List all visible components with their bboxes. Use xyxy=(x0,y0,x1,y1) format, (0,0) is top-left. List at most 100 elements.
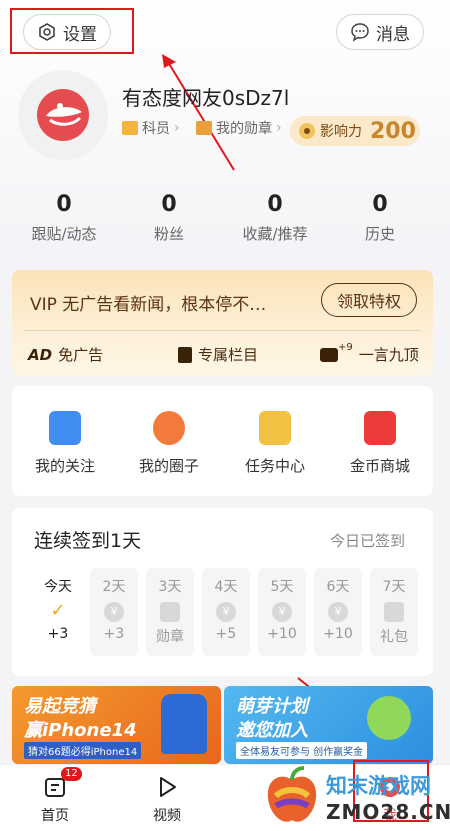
site-watermark: 知末游戏网 ZMO28.CN xyxy=(262,760,450,830)
day-label: 4天 xyxy=(214,579,238,595)
day-reward: +10 xyxy=(323,626,353,642)
coin-icon: ¥ xyxy=(272,602,292,622)
banner-note: 猜对66题必得iPhone14 xyxy=(24,742,142,759)
shortcut-coin-mall[interactable]: 金币商城 xyxy=(335,411,425,476)
shortcut-label: 我的关注 xyxy=(34,457,95,475)
day-reward: +10 xyxy=(267,626,297,642)
influence-value: 200 xyxy=(370,118,416,144)
checkin-day[interactable]: 今天 ✓ +3 xyxy=(34,568,82,656)
stat-history[interactable]: 0 历史 xyxy=(330,192,430,244)
medals-label: 我的勋章 xyxy=(216,121,272,137)
username[interactable]: 有态度网友0sDz7l xyxy=(122,82,289,111)
watermark-domain: ZMO28.CN xyxy=(326,800,450,824)
stat-value: 0 xyxy=(267,192,283,217)
banner-note: 全体易友可参与 创作赢奖金 xyxy=(236,742,368,759)
column-icon xyxy=(178,346,192,363)
comment-boost-icon xyxy=(320,347,338,362)
perk-no-ads[interactable]: AD 免广告 xyxy=(28,344,103,365)
chevron-right-icon: › xyxy=(276,120,282,136)
perk-label: 一言九顶 xyxy=(358,346,419,364)
clipboard-icon xyxy=(259,411,291,445)
banner-guess-win[interactable]: 易起竞猜 赢iPhone14 猜对66题必得iPhone14 xyxy=(12,686,221,764)
stat-label: 收藏/推荐 xyxy=(242,225,308,243)
perk-top-comment[interactable]: +9 一言九顶 xyxy=(320,342,419,365)
perk-label: 免广告 xyxy=(58,346,104,364)
stat-favorites[interactable]: 0 收藏/推荐 xyxy=(225,192,325,244)
shortcuts-card: 我的关注 我的圈子 任务中心 金币商城 xyxy=(12,386,433,496)
day-reward: +3 xyxy=(47,626,69,642)
chevron-right-icon: › xyxy=(174,120,180,136)
medals-link[interactable]: 我的勋章 › xyxy=(196,118,282,138)
shortcut-circles[interactable]: 我的圈子 xyxy=(124,411,214,476)
influence-icon xyxy=(299,123,315,139)
stat-value: 0 xyxy=(56,192,72,217)
checkin-card: 连续签到1天 今日已签到 今天 ✓ +3 2天 ¥ +3 3天 勋章 4天 ¥ … xyxy=(12,508,433,676)
tab-label: 视频 xyxy=(153,808,181,824)
home-icon: 12 xyxy=(43,767,82,799)
banner-sprout-plan[interactable]: 萌芽计划 邀您加入 全体易友可参与 创作赢奖金 xyxy=(224,686,433,764)
shortcut-label: 任务中心 xyxy=(244,457,305,475)
shopping-bag-icon xyxy=(364,411,396,445)
perk-exclusive-column[interactable]: 专属栏目 xyxy=(178,344,258,365)
shortcut-task-center[interactable]: 任务中心 xyxy=(230,411,320,476)
day-label: 3天 xyxy=(158,579,182,595)
stat-value: 0 xyxy=(161,192,177,217)
tab-video[interactable]: 视频 xyxy=(132,771,202,825)
banner-subtitle: 邀您加入 xyxy=(236,720,308,741)
day-reward: +3 xyxy=(103,626,125,642)
coin-icon: ¥ xyxy=(104,602,124,622)
home-badge: 12 xyxy=(61,767,82,781)
stat-fans[interactable]: 0 粉丝 xyxy=(119,192,219,244)
bookmark-icon xyxy=(49,411,81,445)
tab-home[interactable]: 12 首页 xyxy=(20,767,90,825)
rank-link[interactable]: 科员 › xyxy=(122,118,180,138)
day-label: 5天 xyxy=(270,579,294,595)
gift-icon xyxy=(384,602,404,622)
stat-label: 跟贴/动态 xyxy=(31,225,97,243)
stat-value: 0 xyxy=(372,192,388,217)
stat-comments[interactable]: 0 跟贴/动态 xyxy=(14,192,114,244)
banner-title: 易起竞猜 xyxy=(24,696,96,717)
day-label: 7天 xyxy=(382,579,406,595)
watermark-text: 知末游戏网 xyxy=(326,774,431,798)
shortcut-label: 我的圈子 xyxy=(138,457,199,475)
checkin-day[interactable]: 7天 礼包 xyxy=(370,568,418,656)
avatar[interactable] xyxy=(18,70,108,160)
claim-privilege-button[interactable]: 领取特权 xyxy=(321,283,417,317)
coin-icon: ¥ xyxy=(216,602,236,622)
shortcut-label: 金币商城 xyxy=(349,457,410,475)
influence-badge[interactable]: 影响力 200 xyxy=(290,116,420,146)
day-label: 2天 xyxy=(102,579,126,595)
checkin-day[interactable]: 5天 ¥ +10 xyxy=(258,568,306,656)
banner-title: 萌芽计划 xyxy=(236,696,308,717)
day-reward: +5 xyxy=(215,626,237,642)
vip-card[interactable]: VIP 无广告看新闻，根本停不… 领取特权 AD 免广告 专属栏目 +9 一言九… xyxy=(12,270,433,376)
influence-label: 影响力 xyxy=(320,124,362,140)
checkin-day[interactable]: 3天 勋章 xyxy=(146,568,194,656)
circle-chat-icon xyxy=(153,411,185,445)
watermark-logo-icon xyxy=(267,766,317,822)
vip-title: VIP 无广告看新闻，根本停不… xyxy=(30,295,267,315)
day-reward: 礼包 xyxy=(380,629,408,645)
checkin-day[interactable]: 2天 ¥ +3 xyxy=(90,568,138,656)
tab-label: 首页 xyxy=(41,808,69,824)
checkin-title: 连续签到1天 xyxy=(34,530,142,552)
medal-icon xyxy=(160,602,180,622)
medal-icon xyxy=(196,121,212,135)
stat-label: 历史 xyxy=(364,225,395,243)
checkin-day[interactable]: 4天 ¥ +5 xyxy=(202,568,250,656)
checkmark-icon: ✓ xyxy=(50,600,66,621)
shortcut-following[interactable]: 我的关注 xyxy=(20,411,110,476)
perk-label: 专属栏目 xyxy=(198,346,259,364)
banner-subtitle: 赢iPhone14 xyxy=(24,720,137,741)
day-label: 今天 xyxy=(44,579,72,595)
day-reward: 勋章 xyxy=(156,629,184,645)
day-label: 6天 xyxy=(326,579,350,595)
coin-icon: ¥ xyxy=(328,602,348,622)
rank-icon xyxy=(122,121,138,135)
play-icon xyxy=(155,775,179,799)
ad-icon: AD xyxy=(28,345,53,364)
checkin-day[interactable]: 6天 ¥ +10 xyxy=(314,568,362,656)
stat-label: 粉丝 xyxy=(153,225,184,243)
rank-label: 科员 xyxy=(142,121,170,137)
